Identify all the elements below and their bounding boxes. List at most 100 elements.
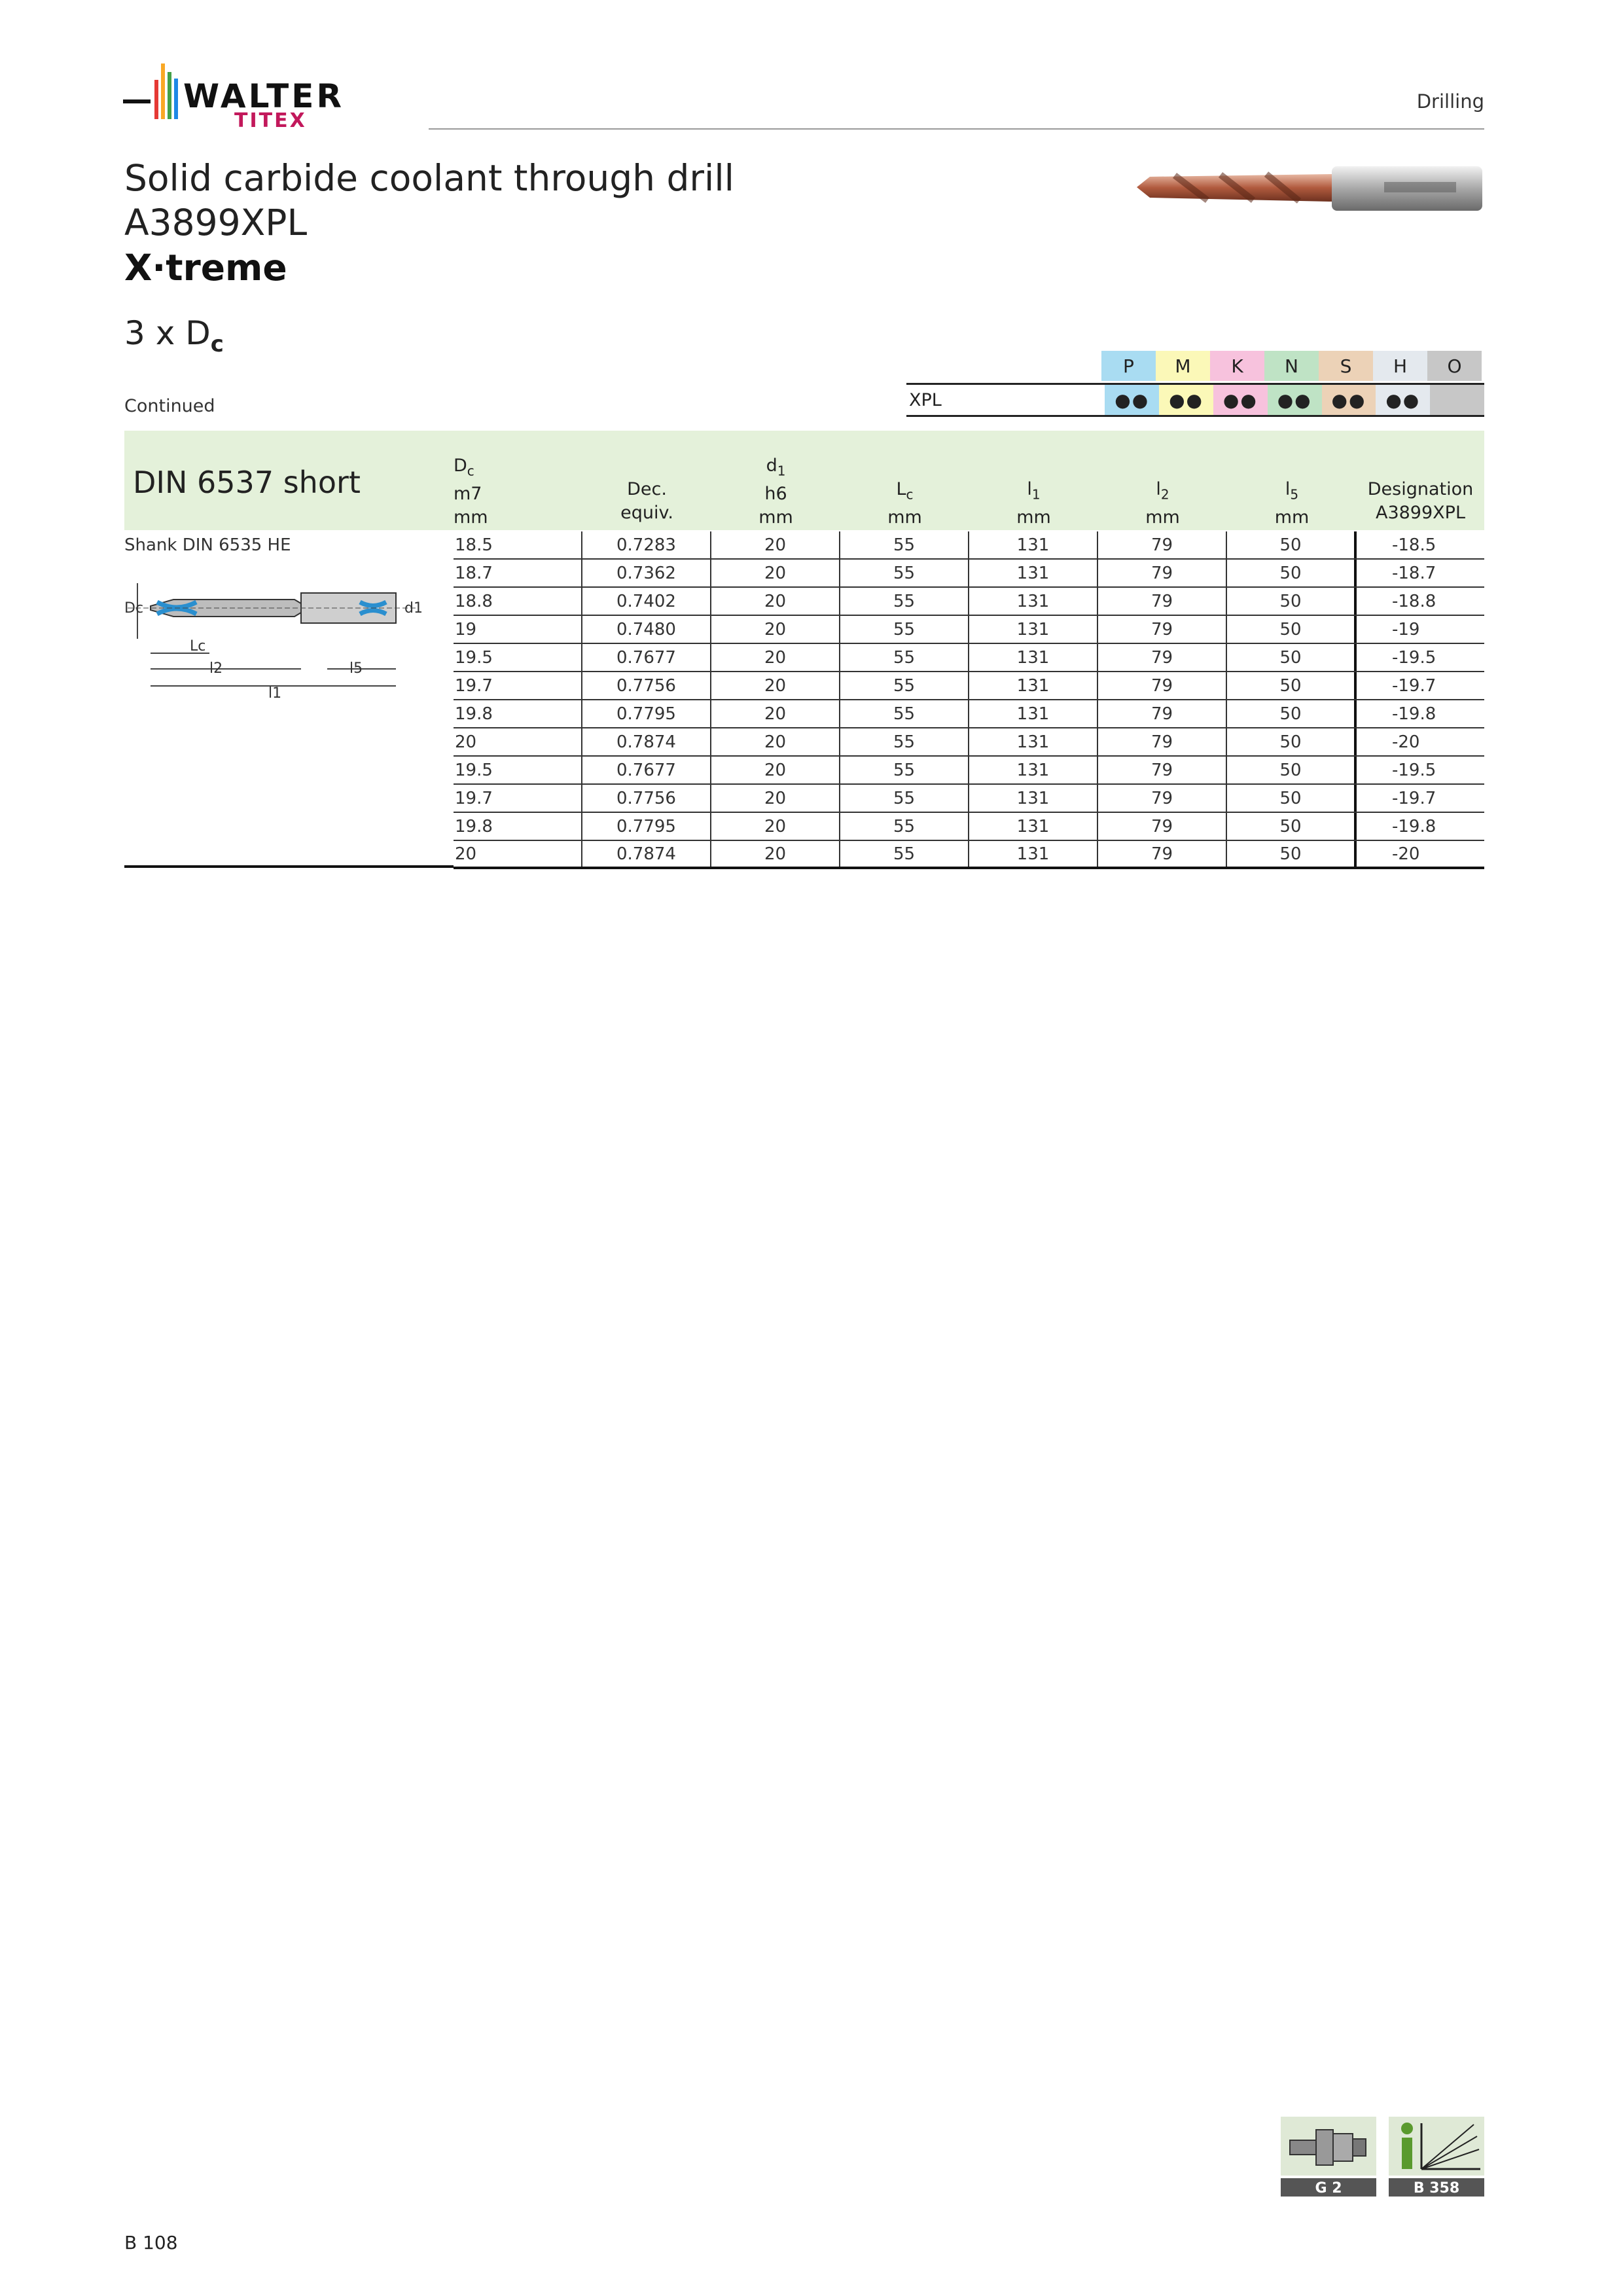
cell-l5: 50: [1227, 672, 1357, 699]
cell-designation: -19.8: [1392, 816, 1436, 836]
table-row: 19.5 0.7677 20 55 131 79 50 -19.5: [454, 644, 1484, 672]
cell-l1: 131: [969, 728, 1098, 755]
cell-l5: 50: [1227, 531, 1357, 558]
cell-l1: 131: [969, 644, 1098, 671]
cell-d1: 20: [711, 728, 840, 755]
cell-designation: -19: [1392, 619, 1420, 639]
cell-l2: 79: [1098, 841, 1227, 867]
material-p: P: [1101, 351, 1156, 381]
cell-dc: 20: [454, 728, 582, 755]
material-m: M: [1156, 351, 1210, 381]
cell-l1: 131: [969, 813, 1098, 840]
cell-d1: 20: [711, 841, 840, 867]
cell-l2: 79: [1098, 616, 1227, 643]
cell-designation: -20: [1392, 844, 1420, 864]
cell-l5: 50: [1227, 841, 1357, 867]
svg-text:TITEX: TITEX: [234, 109, 307, 132]
cell-designation: -19.5: [1392, 760, 1436, 780]
cell-lc: 55: [840, 531, 969, 558]
section-label: Drilling: [1416, 90, 1484, 113]
drill-product-image: [1137, 166, 1482, 211]
cell-dc: 19.7: [454, 785, 582, 812]
table-row: 19 0.7480 20 55 131 79 50 -19: [454, 616, 1484, 644]
cell-dec-equiv: 0.7874: [582, 728, 711, 755]
cell-l5: 50: [1227, 728, 1357, 755]
cell-d1: 20: [711, 616, 840, 643]
cell-designation: -19.5: [1392, 647, 1436, 668]
suitability-s: ●●: [1321, 385, 1376, 415]
cell-dec-equiv: 0.7480: [582, 616, 711, 643]
table-row: 18.8 0.7402 20 55 131 79 50 -18.8: [454, 588, 1484, 616]
cell-dec-equiv: 0.7362: [582, 560, 711, 586]
suitability-p: ●●: [1105, 385, 1160, 415]
cell-dc: 18.5: [454, 531, 582, 558]
cell-l2: 79: [1098, 813, 1227, 840]
svg-text:Lc: Lc: [190, 638, 205, 655]
length-ratio: 3 x Dc: [124, 314, 224, 357]
product-title: Solid carbide coolant through drill: [124, 157, 734, 199]
cell-l5: 50: [1227, 757, 1357, 783]
cell-dec-equiv: 0.7756: [582, 785, 711, 812]
cell-l2: 79: [1098, 644, 1227, 671]
material-n: N: [1264, 351, 1319, 381]
table-row: 19.8 0.7795 20 55 131 79 50 -19.8: [454, 813, 1484, 841]
cell-d1: 20: [711, 700, 840, 727]
cell-dec-equiv: 0.7677: [582, 757, 711, 783]
walter-titex-logo: WALTER TITEX: [123, 63, 342, 132]
cell-l1: 131: [969, 841, 1098, 867]
cell-d1: 20: [711, 785, 840, 812]
header-lc: Lc mm: [887, 479, 922, 528]
cell-l5: 50: [1227, 644, 1357, 671]
product-series: X·treme: [124, 247, 287, 289]
suitability-o: [1430, 385, 1484, 415]
cell-dc: 19: [454, 616, 582, 643]
cell-dc: 19.7: [454, 672, 582, 699]
cell-dc: 18.8: [454, 588, 582, 615]
cell-lc: 55: [840, 672, 969, 699]
header-dc: Dc m7 mm: [454, 456, 488, 528]
svg-text:G 2: G 2: [1315, 2180, 1342, 2197]
svg-text:Dc: Dc: [124, 600, 143, 617]
material-s: S: [1319, 351, 1373, 381]
header-dec-equiv: Dec. equiv.: [620, 479, 673, 523]
cell-l2: 79: [1098, 785, 1227, 812]
standard-title: DIN 6537 short: [133, 465, 361, 500]
cell-dc: 19.8: [454, 700, 582, 727]
cell-dec-equiv: 0.7283: [582, 531, 711, 558]
cell-l1: 131: [969, 560, 1098, 586]
cell-l5: 50: [1227, 813, 1357, 840]
material-o: O: [1427, 351, 1482, 381]
header-l2: l2 mm: [1145, 479, 1180, 528]
product-code: A3899XPL: [124, 202, 308, 243]
cell-lc: 55: [840, 841, 969, 867]
cell-lc: 55: [840, 700, 969, 727]
cell-d1: 20: [711, 672, 840, 699]
cell-dc: 19.5: [454, 644, 582, 671]
cell-l5: 50: [1227, 785, 1357, 812]
table-row: 19.5 0.7677 20 55 131 79 50 -19.5: [454, 757, 1484, 785]
cell-designation: -19.8: [1392, 704, 1436, 724]
material-k: K: [1210, 351, 1264, 381]
cell-d1: 20: [711, 531, 840, 558]
cell-lc: 55: [840, 785, 969, 812]
svg-text:l5: l5: [349, 660, 363, 677]
cell-designation: -19.7: [1392, 788, 1436, 808]
cell-l1: 131: [969, 700, 1098, 727]
material-letters: P M K N S H O: [1101, 351, 1482, 381]
cell-d1: 20: [711, 757, 840, 783]
cell-l1: 131: [969, 757, 1098, 783]
cell-lc: 55: [840, 588, 969, 615]
material-group-table: P M K N S H O XPL ●● ●● ●● ●● ●● ●●: [906, 351, 1484, 417]
cell-l1: 131: [969, 588, 1098, 615]
material-grade-row: XPL ●● ●● ●● ●● ●● ●●: [906, 383, 1484, 417]
table-row: 18.5 0.7283 20 55 131 79 50 -18.5: [454, 531, 1484, 560]
shank-label: Shank DIN 6535 HE: [124, 535, 291, 555]
cell-designation: -20: [1392, 732, 1420, 752]
material-h: H: [1373, 351, 1427, 381]
cell-dec-equiv: 0.7402: [582, 588, 711, 615]
cell-l5: 50: [1227, 616, 1357, 643]
continued-label: Continued: [124, 396, 215, 416]
suitability-h: ●●: [1376, 385, 1431, 415]
cell-dc: 20: [454, 841, 582, 867]
suitability-m: ●●: [1159, 385, 1213, 415]
